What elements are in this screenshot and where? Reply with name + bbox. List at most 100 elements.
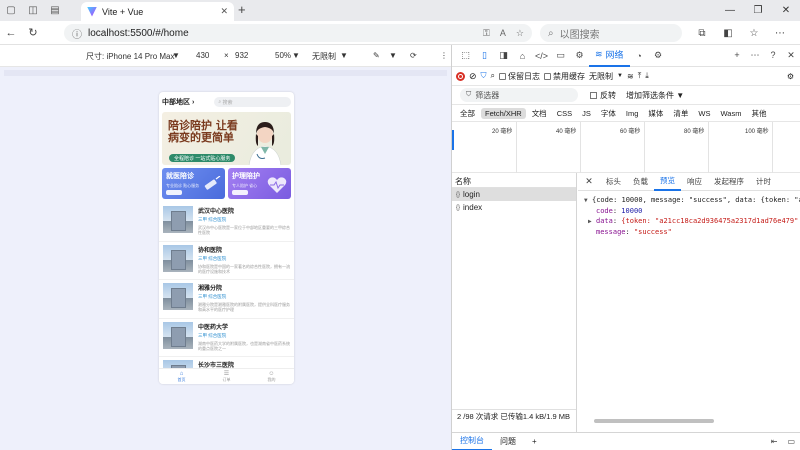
device-emulation-icon[interactable]: ▯ [475,45,494,67]
close-drawer-icon[interactable]: ▭ [787,437,795,446]
type-filter-all[interactable]: 全部 [456,107,479,120]
elements-tab-icon[interactable]: </> [532,45,551,67]
chevron-down-icon[interactable]: ▼ [292,51,300,60]
list-item[interactable]: 协和医院 三甲 综合医院 协和医院是中国的一家著名的综合性医院，拥有一流的医疗设… [159,242,294,280]
more-filters-dropdown[interactable]: 增加筛选条件 ▼ [626,90,684,101]
filter-toggle-icon[interactable]: ⛉ [481,71,487,81]
collections-icon[interactable]: ◫ [22,0,44,21]
tab-response[interactable]: 响应 [681,173,708,191]
download-icon[interactable]: ⤓ [645,71,649,81]
site-info-icon[interactable]: ⓘ [72,26,82,41]
service-card-escort[interactable]: 就医陪诊 专业陪诊 贴心服务 [162,168,225,199]
dock-drawer-icon[interactable]: ⇤ [771,437,778,446]
preserve-log-checkbox[interactable]: 保留日志 [499,71,540,82]
type-filter-img[interactable]: Img [622,108,643,119]
horizontal-scrollbar[interactable] [584,419,794,424]
type-filter-media[interactable]: 媒体 [644,107,667,120]
filter-input[interactable]: ⛉ 筛选器 [460,88,578,102]
height-input[interactable]: 932 [235,51,248,60]
sources-tab-icon[interactable]: ⚙ [570,45,589,67]
type-filter-fetch-xhr[interactable]: Fetch/XHR [481,107,526,119]
service-card-care[interactable]: 护理陪护 专人陪护 省心 [228,168,291,199]
split-screen-icon[interactable]: ◧ [716,21,740,45]
help-icon[interactable]: ? [764,50,782,61]
type-filter-wasm[interactable]: Wasm [716,108,745,119]
profile-icon[interactable]: ▢ [0,0,22,21]
close-detail-icon[interactable]: ✕ [578,176,600,187]
search-icon[interactable]: ⌕ [491,71,495,81]
network-settings-icon[interactable]: ⚙ [787,72,794,81]
settings-tab-icon[interactable]: ⚙ [649,45,668,67]
list-item[interactable]: 中医药大学 三甲 综合医院 湖南中医药大学的附属医院，也是湖南省中医药系统的重点… [159,319,294,357]
new-tab-button[interactable]: + [238,2,246,17]
nav-item-profile[interactable]: ☺ 我的 [268,371,276,383]
back-icon[interactable]: ← [0,21,22,45]
inspect-element-icon[interactable]: ⬚ [456,45,475,67]
chevron-down-icon[interactable]: ▼ [340,51,348,60]
more-options-icon[interactable]: ⋮ [440,51,448,60]
list-item[interactable]: 武汉中心医院 三甲 综合医院 武汉市中心医院是一家位于中部地区重要的三甲综合性医… [159,203,294,242]
scrollbar-thumb[interactable] [594,419,714,423]
maximize-button[interactable]: ❐ [744,0,772,21]
tab-timing[interactable]: 计时 [750,173,777,191]
reload-icon[interactable]: ↻ [22,21,44,45]
eyedropper-icon[interactable]: ✎ [373,51,380,60]
address-bar[interactable]: ⓘ localhost:5500/#/home ⚿ A ☆ [64,24,532,42]
favorite-icon[interactable]: ☆ [516,28,524,39]
network-throttle-select[interactable]: 无限制 [589,71,613,82]
close-tab-icon[interactable]: ✕ [220,6,228,17]
region-selector[interactable]: 中部地区 › [162,97,194,107]
name-column-header[interactable]: 名称 [452,173,576,188]
clear-icon[interactable]: ⊘ [469,71,477,82]
upload-icon[interactable]: ⤒ [638,71,642,81]
type-filter-css[interactable]: CSS [553,108,576,119]
tab-vite-vue[interactable]: Vite + Vue ✕ [81,2,234,21]
drawer-tab-console[interactable]: 控制台 [452,433,492,450]
rotate-icon[interactable]: ⟳ [410,51,417,60]
record-button[interactable] [456,71,465,81]
service-go-button[interactable] [166,190,182,195]
width-input[interactable]: 430 [196,51,209,60]
service-go-button[interactable] [232,190,248,195]
close-window-button[interactable]: ✕ [772,0,800,21]
invert-checkbox[interactable]: 反转 [590,90,616,101]
throttle-select[interactable]: 无限制 [312,51,336,62]
more-options-icon[interactable]: ⋯ [746,50,764,61]
json-data-line[interactable]: ▶ data: {token: "a21cc18ca2d936475a2317d1… [584,216,798,227]
favorites-bar-icon[interactable]: ☆ [742,21,766,45]
type-filter-js[interactable]: JS [578,108,595,119]
chevron-down-icon[interactable]: ▼ [389,51,397,60]
settings-more-icon[interactable]: ⋯ [768,21,792,45]
device-select[interactable]: 尺寸: iPhone 14 Pro Max [86,51,174,62]
more-tools-icon[interactable]: + [728,50,746,61]
type-filter-other[interactable]: 其他 [747,107,770,120]
list-item[interactable]: 湘雅分院 三甲 综合医院 湘雅分院是湘雅医院的附属医院，提供全科医疗服务和高水平… [159,280,294,319]
nav-item-home[interactable]: ⌂ 首页 [178,371,186,383]
expand-right-icon[interactable]: ▶ [588,217,596,227]
type-filter-manifest[interactable]: 清单 [669,107,692,120]
drawer-add-tab-button[interactable]: + [524,433,545,450]
performance-tab-icon[interactable]: ◔ [630,45,649,67]
promo-banner[interactable]: 陪诊陪护 让看病变的更简单 全程陪诊 一站式贴心服务 [162,112,291,165]
tab-network[interactable]: ≋ 网络 [589,45,630,67]
key-icon[interactable]: ⚿ [483,28,490,39]
tab-actions-icon[interactable]: ▤ [44,0,66,21]
wifi-conditions-icon[interactable]: ≋ [627,72,634,81]
extensions-icon[interactable]: ⧉ [690,21,714,45]
tab-headers[interactable]: 标头 [600,173,627,191]
dock-side-icon[interactable]: ◨ [494,45,513,67]
zoom-select[interactable]: 50% [275,51,291,60]
disable-cache-checkbox[interactable]: 禁用缓存 [544,71,585,82]
type-filter-doc[interactable]: 文档 [528,107,551,120]
request-row-login[interactable]: {} login [452,188,576,201]
request-row-index[interactable]: {} index [452,201,576,214]
network-timeline[interactable]: 20 毫秒 40 毫秒 60 毫秒 80 毫秒 100 毫秒 [452,122,800,173]
read-aloud-icon[interactable]: A [500,28,506,39]
tab-preview[interactable]: 预览 [654,173,681,191]
expand-down-icon[interactable]: ▼ [584,196,592,206]
chevron-down-icon[interactable]: ▼ [172,51,180,60]
type-filter-ws[interactable]: WS [694,108,714,119]
console-tab-icon[interactable]: ▭ [551,45,570,67]
type-filter-font[interactable]: 字体 [597,107,620,120]
drawer-tab-issues[interactable]: 问题 [492,433,524,450]
